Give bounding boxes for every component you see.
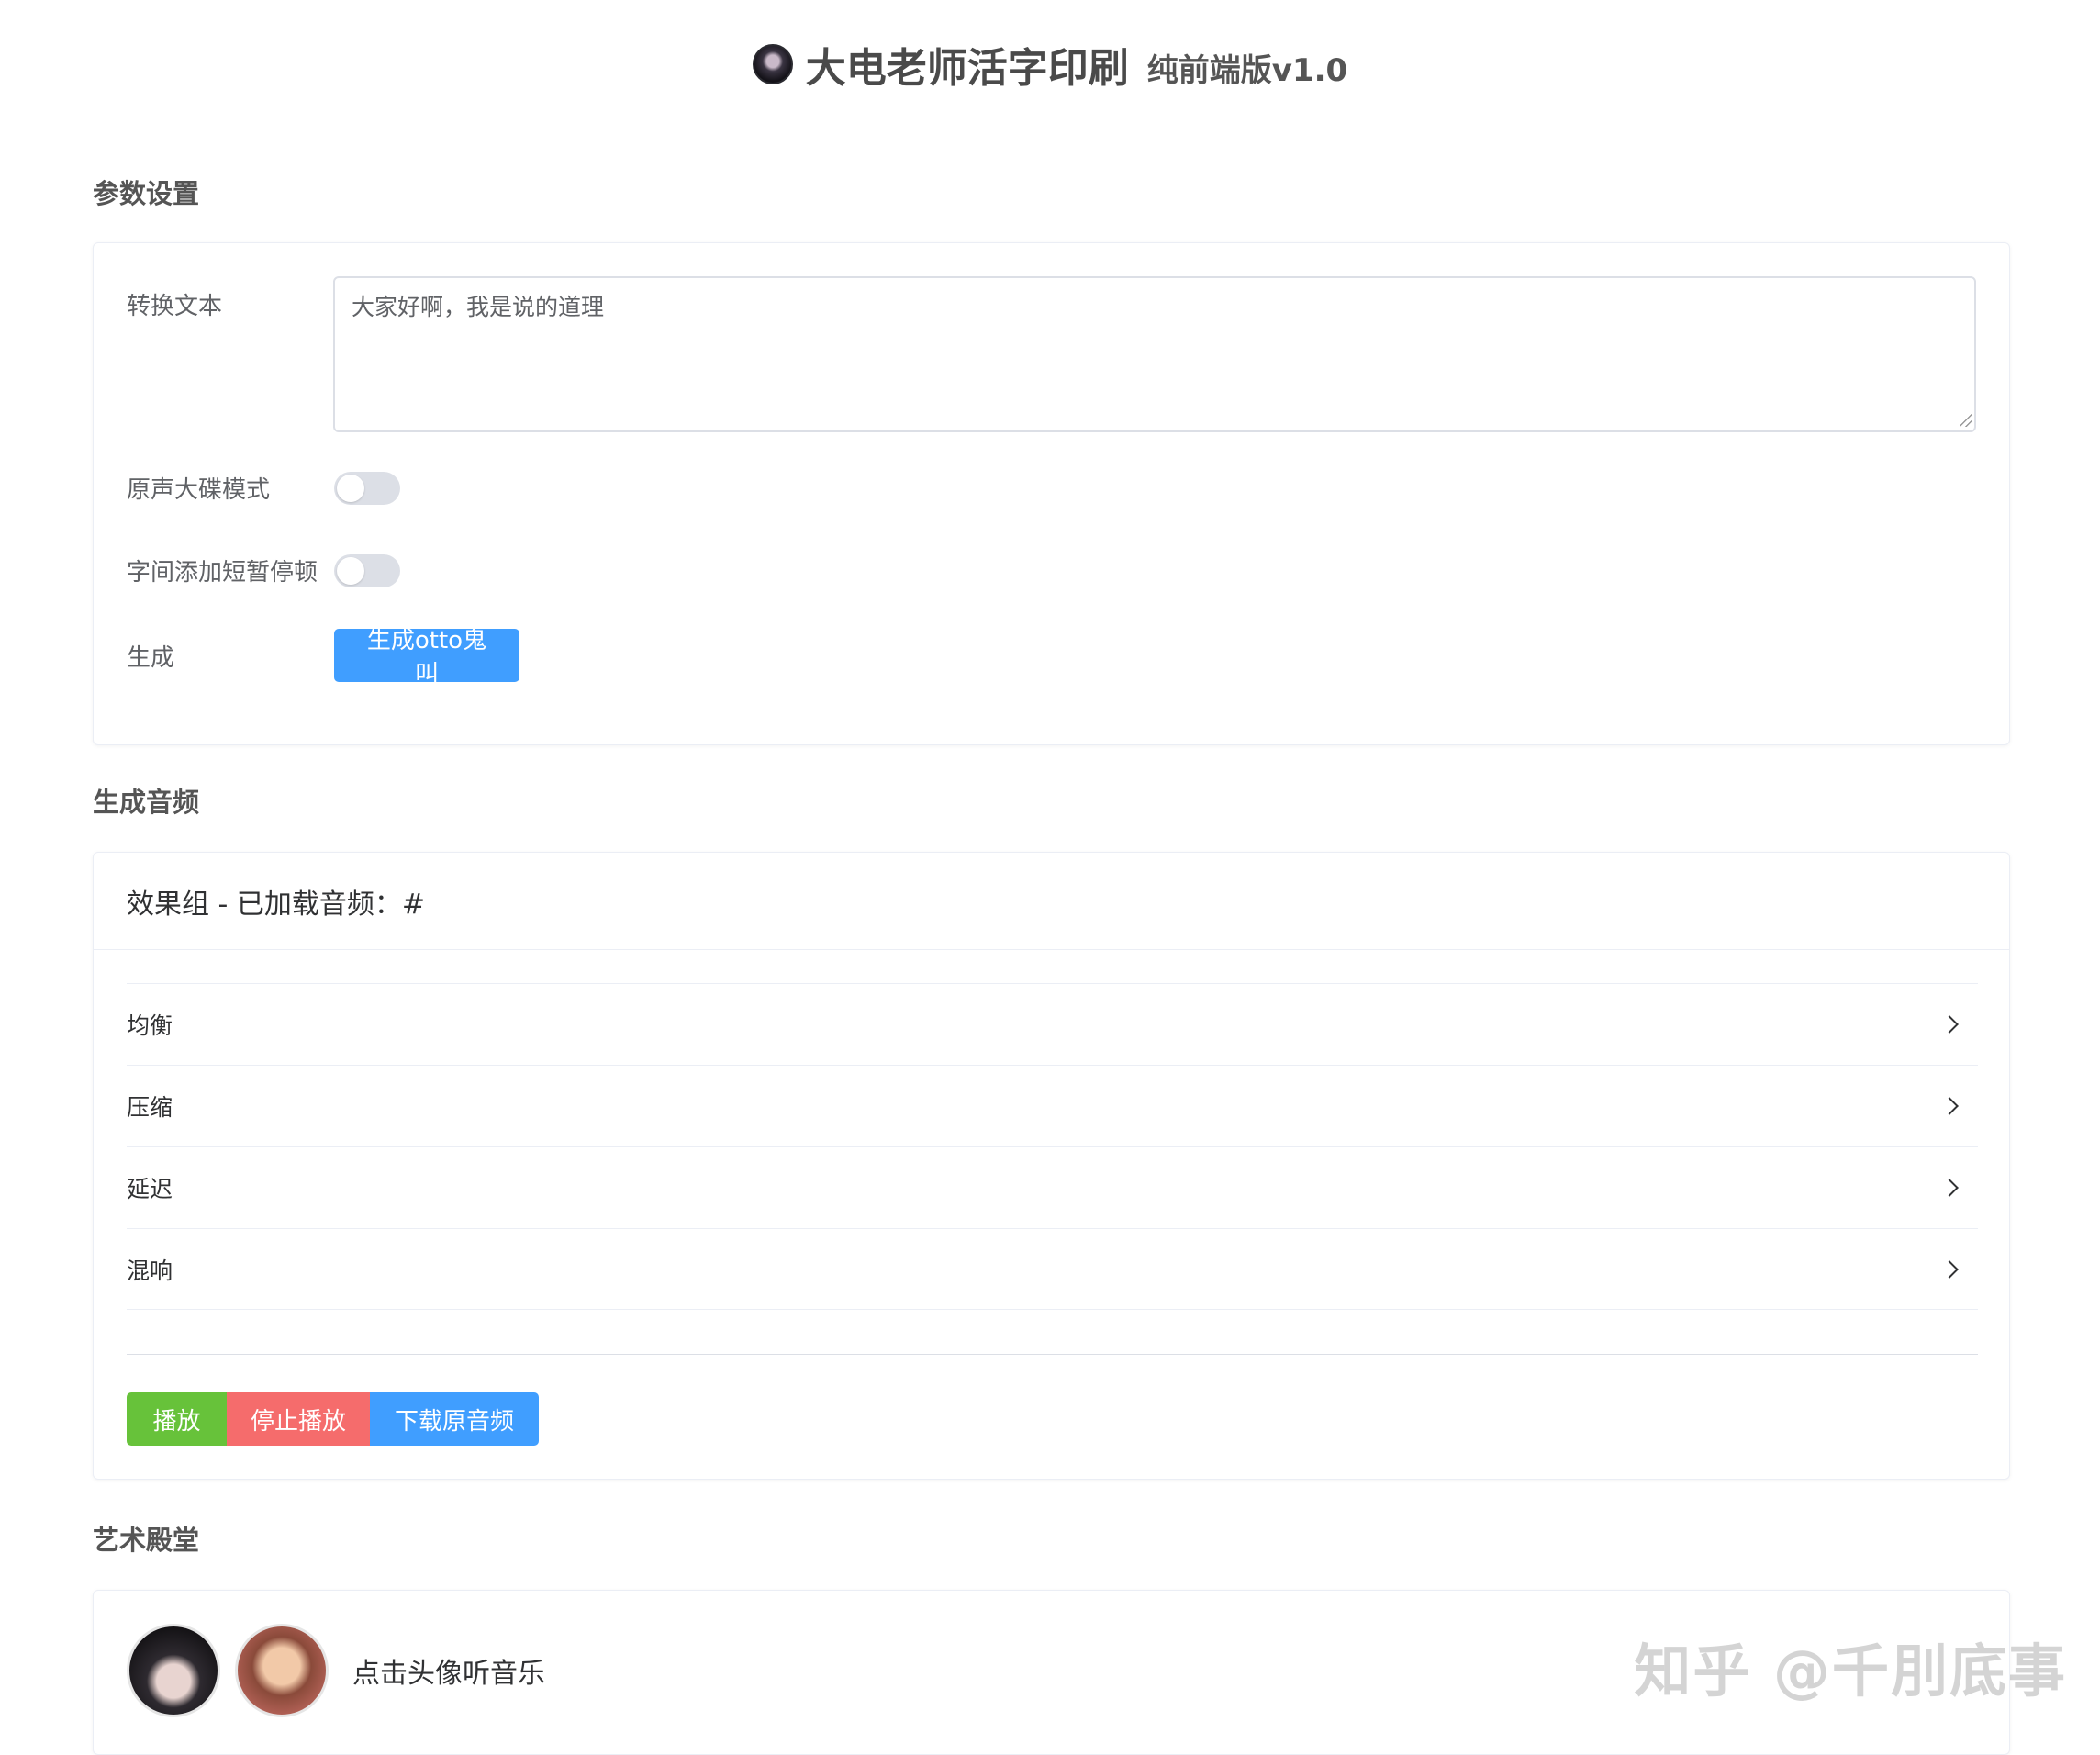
playback-button-group: 播放 停止播放 下载原音频	[127, 1392, 539, 1446]
chevron-right-icon	[1940, 1015, 1959, 1034]
app-version: 纯前端版v1.0	[1146, 51, 1348, 89]
original-mode-switch[interactable]	[334, 471, 400, 505]
divider	[127, 1354, 1978, 1355]
effect-item-reverb[interactable]: 混响	[127, 1228, 1978, 1310]
gallery-section-title: 艺术殿堂	[93, 1525, 200, 1556]
text-row: 转换文本	[127, 287, 334, 321]
effect-item-compressor[interactable]: 压缩	[127, 1065, 1978, 1146]
watermark: 知乎 @千刖底事	[1634, 1638, 2067, 1705]
switch-knob	[337, 474, 364, 502]
stop-button[interactable]: 停止播放	[227, 1392, 370, 1446]
audio-card: 效果组 - 已加载音频：# 均衡 压缩 延迟 混响 播放 停止播放 下载原音频	[93, 852, 2010, 1480]
original-mode-row: 原声大碟模式	[127, 471, 400, 505]
chevron-right-icon	[1940, 1097, 1959, 1115]
params-section-title: 参数设置	[93, 178, 200, 209]
effect-label: 混响	[127, 1257, 173, 1284]
chevron-right-icon	[1940, 1259, 1959, 1279]
text-label: 转换文本	[127, 293, 223, 320]
gallery-row: 点击头像听音乐	[127, 1624, 545, 1717]
generate-label: 生成	[127, 643, 175, 672]
artist-avatar-2[interactable]	[235, 1624, 329, 1717]
text-input[interactable]	[333, 276, 1976, 432]
switch-knob	[337, 556, 364, 585]
audio-section-title: 生成音频	[93, 787, 200, 818]
effect-item-eq[interactable]: 均衡	[127, 983, 1978, 1065]
pause-switch[interactable]	[334, 553, 400, 587]
app-title: 大电老师活字印刷	[805, 45, 1129, 92]
effect-label: 压缩	[127, 1094, 173, 1121]
app-header: 大电老师活字印刷 纯前端版v1.0	[0, 28, 2100, 101]
artist-avatar-1[interactable]	[127, 1624, 220, 1717]
gallery-hint: 点击头像听音乐	[352, 1658, 545, 1690]
download-button[interactable]: 下载原音频	[370, 1392, 539, 1446]
params-card: 转换文本 原声大碟模式 字间添加短暂停顿 生成 生成otto鬼叫	[93, 242, 2010, 745]
effects-header: 效果组 - 已加载音频：#	[94, 853, 2009, 950]
effect-label: 均衡	[127, 1012, 173, 1039]
logo-avatar-icon	[752, 44, 793, 84]
generate-button[interactable]: 生成otto鬼叫	[334, 627, 519, 688]
original-mode-label: 原声大碟模式	[127, 476, 271, 504]
play-button[interactable]: 播放	[127, 1392, 227, 1446]
effect-item-delay[interactable]: 延迟	[127, 1146, 1978, 1228]
resize-grip-icon[interactable]	[1960, 414, 1976, 430]
pause-label: 字间添加短暂停顿	[127, 559, 318, 587]
generate-row: 生成 生成otto鬼叫	[127, 627, 519, 688]
chevron-right-icon	[1940, 1179, 1959, 1197]
effect-label: 延迟	[127, 1176, 173, 1202]
pause-row: 字间添加短暂停顿	[127, 553, 400, 587]
effects-collapse: 均衡 压缩 延迟 混响	[127, 983, 1978, 1310]
